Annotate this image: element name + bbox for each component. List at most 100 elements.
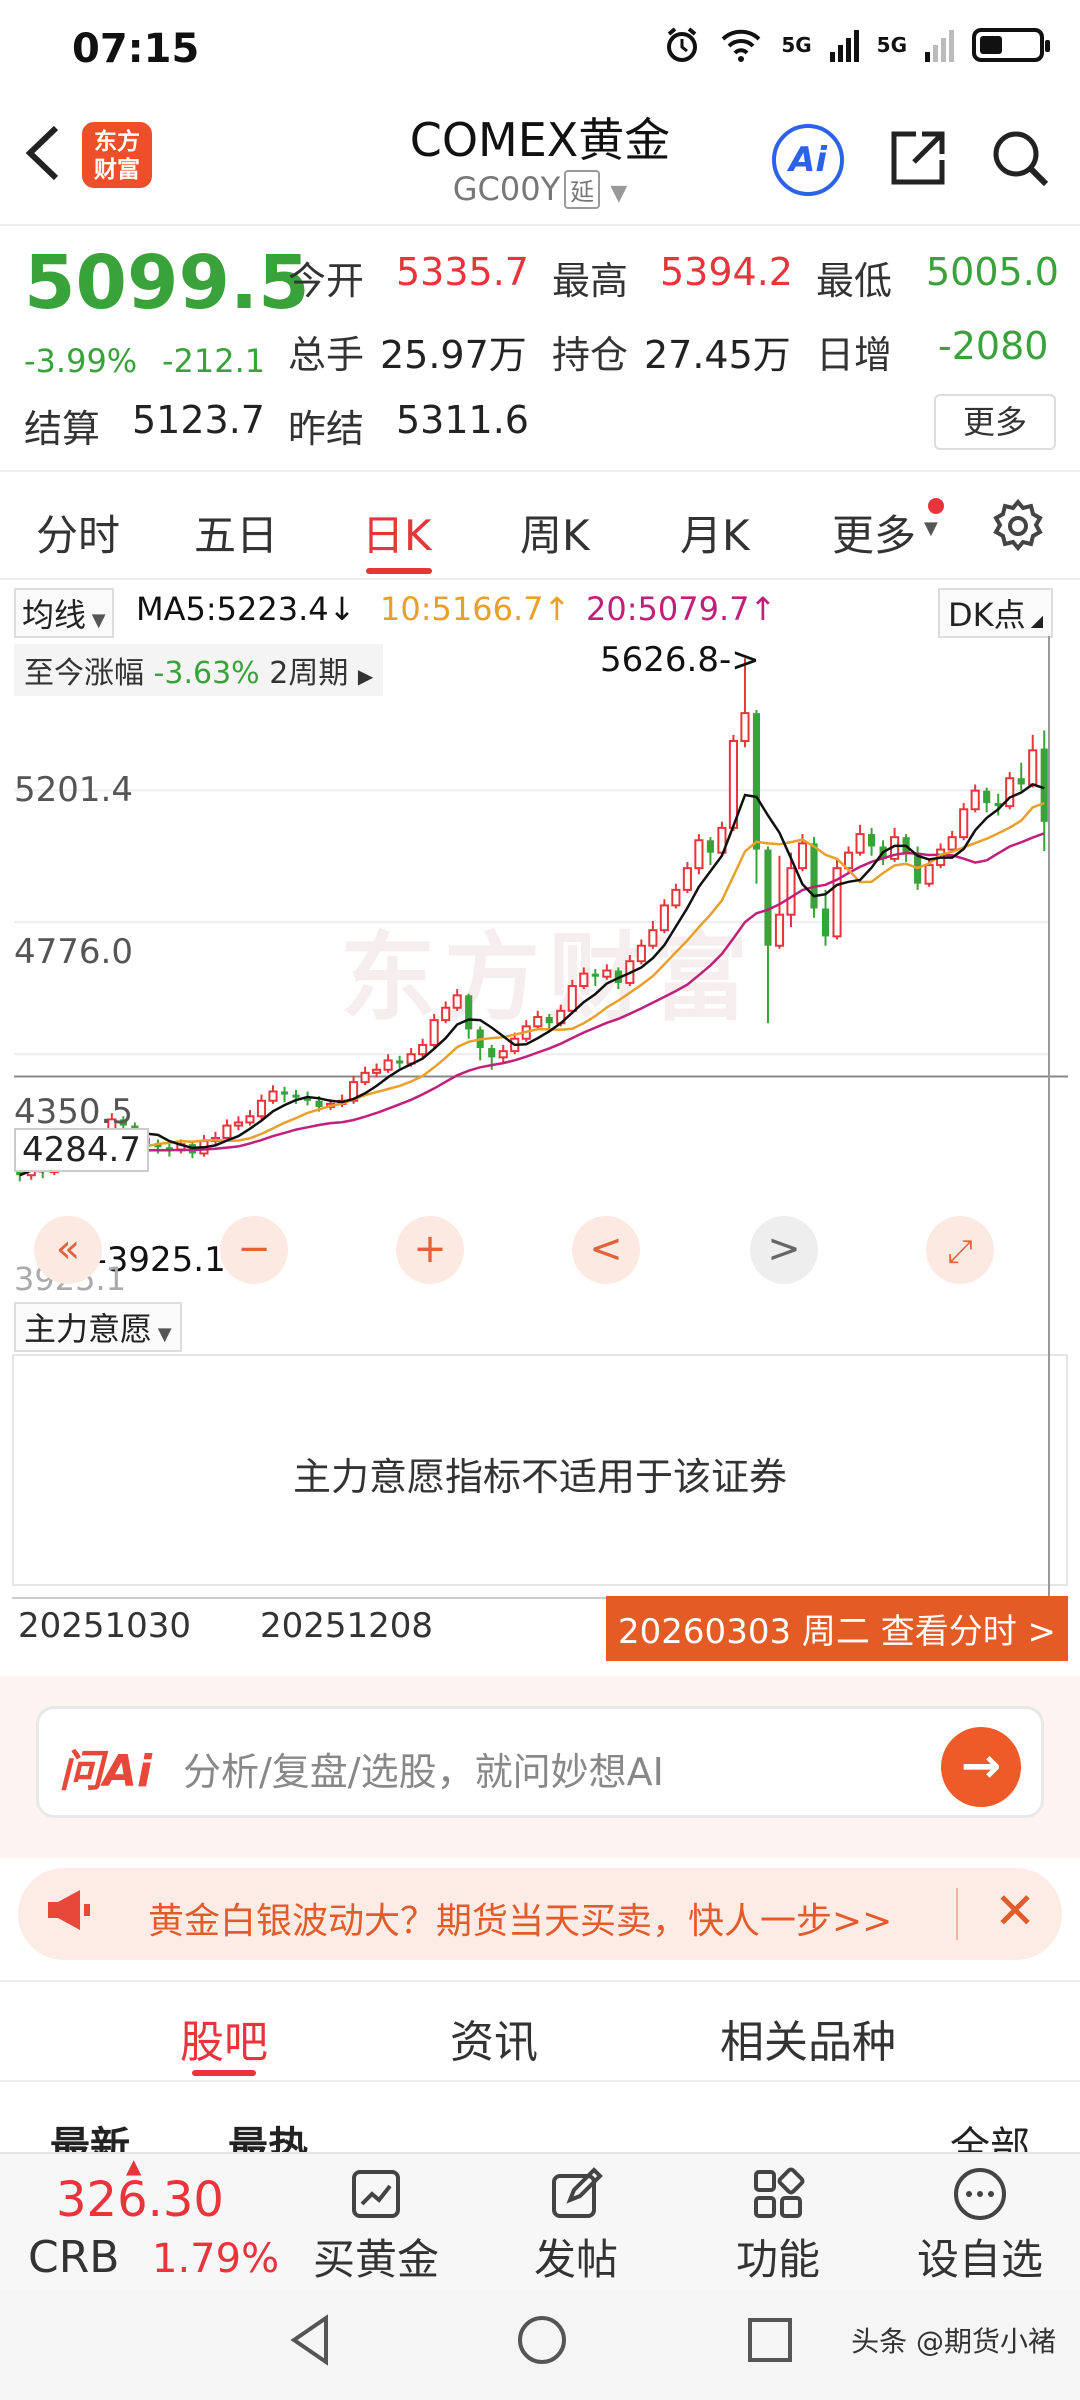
candle-body [488,1048,496,1058]
candle-body [383,1059,393,1071]
zoom-in-button[interactable]: + [396,1216,464,1284]
fullscreen-button[interactable]: ⤢ [926,1216,994,1284]
candle-body [786,867,796,916]
candle-body [441,1006,451,1022]
delay-tag: 延 [564,170,601,209]
candle-body [545,1017,553,1024]
crb-index-name: CRB [28,2232,120,2283]
chevron-right-icon: > [767,1226,801,1272]
arrow-right-icon: → [960,1738,1002,1794]
low-value: 5005.0 [926,250,1059,294]
megaphone-icon [44,1888,94,1943]
banner-close-button[interactable]: ✕ [994,1882,1036,1940]
range-period: 2周期 [269,656,349,691]
watchlist-button[interactable]: 设自选 [910,2166,1050,2287]
candle-body [465,995,473,1030]
change-percent: -3.99% [24,342,138,380]
nav-home-button[interactable] [514,2312,570,2372]
next-candle-button[interactable]: > [750,1216,818,1284]
ma-selector-label: 均线 [22,596,87,634]
post-label: 发帖 [533,2235,618,2284]
search-button[interactable] [988,126,1052,190]
header: 东方 财富 COMEX黄金 GC00Y 延 ▼ Ai [0,96,1080,226]
crb-index-value[interactable]: 326.30 [56,2172,224,2228]
y-label-mid: 4776.0 [14,932,133,972]
candle-body [694,839,704,870]
functions-button[interactable]: 功能 [708,2166,848,2287]
promo-banner[interactable]: 黄金白银波动大？期货当天买卖，快人一步>> ✕ [18,1868,1062,1960]
settle-label: 结算 [24,407,101,451]
more-quote-button[interactable]: 更多 [934,394,1056,450]
contract-selector[interactable]: GC00Y 延 ▼ [300,170,780,209]
candle-body [728,740,739,829]
back-button[interactable] [18,118,82,190]
candle-body [740,712,750,743]
candle-body [533,1016,543,1028]
low-label: 最低 [816,259,893,303]
change-amount: -212.1 [162,342,266,380]
nav-recent-button[interactable] [746,2316,794,2368]
kline-chart[interactable]: 东方财富 至今涨幅 -3.63% 2周期 ▶ 5201.4 4776.0 435… [0,640,1080,1298]
tab-monthly-k[interactable]: 月K [680,502,750,563]
candle-body [671,888,681,907]
ma-selector[interactable]: 均线 ▼ [14,588,114,638]
app-logo: 东方 财富 [82,122,152,188]
battery-icon [972,28,1050,62]
zoom-out-button[interactable]: − [220,1216,288,1284]
content-tabs: 股吧 资讯 相关品种 [0,1980,1080,2082]
dk-point-label: DK点 [948,596,1026,634]
ask-ai-input[interactable]: 问Ai 分析/复盘/选股，就问妙想AI → [36,1706,1044,1818]
network-type-2: 5G [876,33,907,57]
post-button[interactable]: 发帖 [506,2166,646,2287]
candle-body [579,972,589,988]
indicator-selector[interactable]: 主力意愿 ▼ [14,1302,182,1352]
candle-body [797,842,808,870]
chevron-left-icon [25,125,59,181]
nav-back-button[interactable] [286,2312,336,2372]
ask-ai-submit-button[interactable]: → [941,1727,1021,1807]
tab-forum[interactable]: 股吧 [180,2006,268,2070]
candle-body [868,834,876,847]
prev-settle-value: 5311.6 [396,398,529,442]
tab-five-day[interactable]: 五日 [194,502,278,563]
ask-ai-zone: 问Ai 分析/复盘/选股，就问妙想AI → [0,1676,1080,1858]
share-button[interactable] [886,126,950,190]
candle-body [774,913,785,947]
high-value: 5394.2 [660,250,793,294]
ai-button[interactable]: Ai [772,124,844,196]
candle-body [855,833,865,854]
active-tab-indicator [366,568,432,574]
candle-body [315,1100,323,1107]
range-change-box[interactable]: 至今涨幅 -3.63% 2周期 ▶ [14,644,384,696]
ma5-text: MA5:5223.4 [136,590,329,628]
rewind-button[interactable]: « [34,1216,102,1284]
chart-settings-button[interactable] [990,498,1046,558]
alarm-icon [667,27,698,62]
view-minute-button[interactable]: 20260303 周二 查看分时 > [606,1596,1068,1661]
tab-weekly-k[interactable]: 周K [520,502,590,563]
buy-gold-button[interactable]: 买黄金 [306,2166,446,2287]
crb-index-change: 1.79% [152,2236,280,2282]
candle-body [372,1068,382,1074]
close-icon: ✕ [994,1882,1036,1940]
date-label-mid: 20251208 [260,1606,434,1646]
ask-ai-placeholder: 分析/复盘/选股，就问妙想AI [183,1750,664,1794]
ask-ai-logo: 问Ai [59,1746,153,1797]
prev-candle-button[interactable]: < [572,1216,640,1284]
gear-icon [993,498,1043,552]
notification-dot [928,498,944,514]
tab-news[interactable]: 资讯 [450,2006,538,2070]
buy-gold-label: 买黄金 [312,2235,439,2284]
tab-related[interactable]: 相关品种 [720,2006,896,2070]
watchlist-label: 设自选 [916,2235,1043,2284]
indicator-section: 主力意愿 ▼ 主力意愿指标不适用于该证券 [0,636,1080,1616]
candle-body [752,713,761,850]
candle-body [821,908,830,937]
candle-body [947,836,957,851]
indicator-message: 主力意愿指标不适用于该证券 [292,1455,787,1499]
dk-point-button[interactable]: DK点 ◢ [938,588,1054,638]
tab-more[interactable]: 更多 [832,502,916,563]
tab-daily-k[interactable]: 日K [362,502,432,563]
candle-body [648,929,658,947]
tab-minute[interactable]: 分时 [36,502,120,563]
